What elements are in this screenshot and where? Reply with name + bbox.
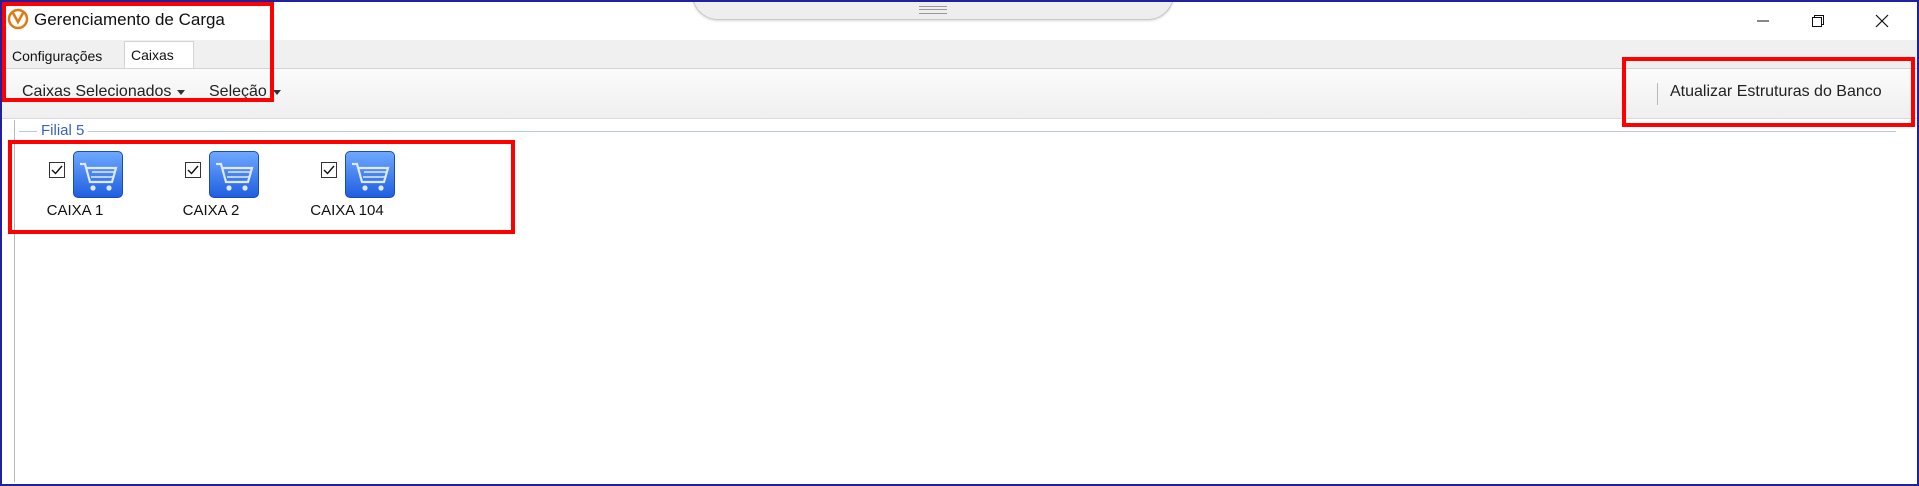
title-bar: Gerenciamento de Carga xyxy=(2,2,1917,40)
group-divider xyxy=(19,131,1896,132)
group-label: Filial 5 xyxy=(37,122,89,139)
highlight-box-atualizar xyxy=(1622,57,1915,127)
minimize-button[interactable] xyxy=(1740,2,1786,40)
highlight-box-caixas xyxy=(8,140,515,234)
restore-button[interactable] xyxy=(1795,2,1841,40)
chevron-down-icon xyxy=(272,89,281,95)
grip-icon xyxy=(919,6,947,14)
app-window: Gerenciamento de Carga Configurações Cai… xyxy=(0,0,1919,486)
close-icon xyxy=(1875,14,1889,28)
restore-icon xyxy=(1812,15,1824,27)
drag-handle[interactable] xyxy=(692,2,1174,20)
close-button[interactable] xyxy=(1859,2,1905,40)
highlight-box-title-tabs xyxy=(2,2,274,102)
minimize-icon xyxy=(1757,20,1769,22)
